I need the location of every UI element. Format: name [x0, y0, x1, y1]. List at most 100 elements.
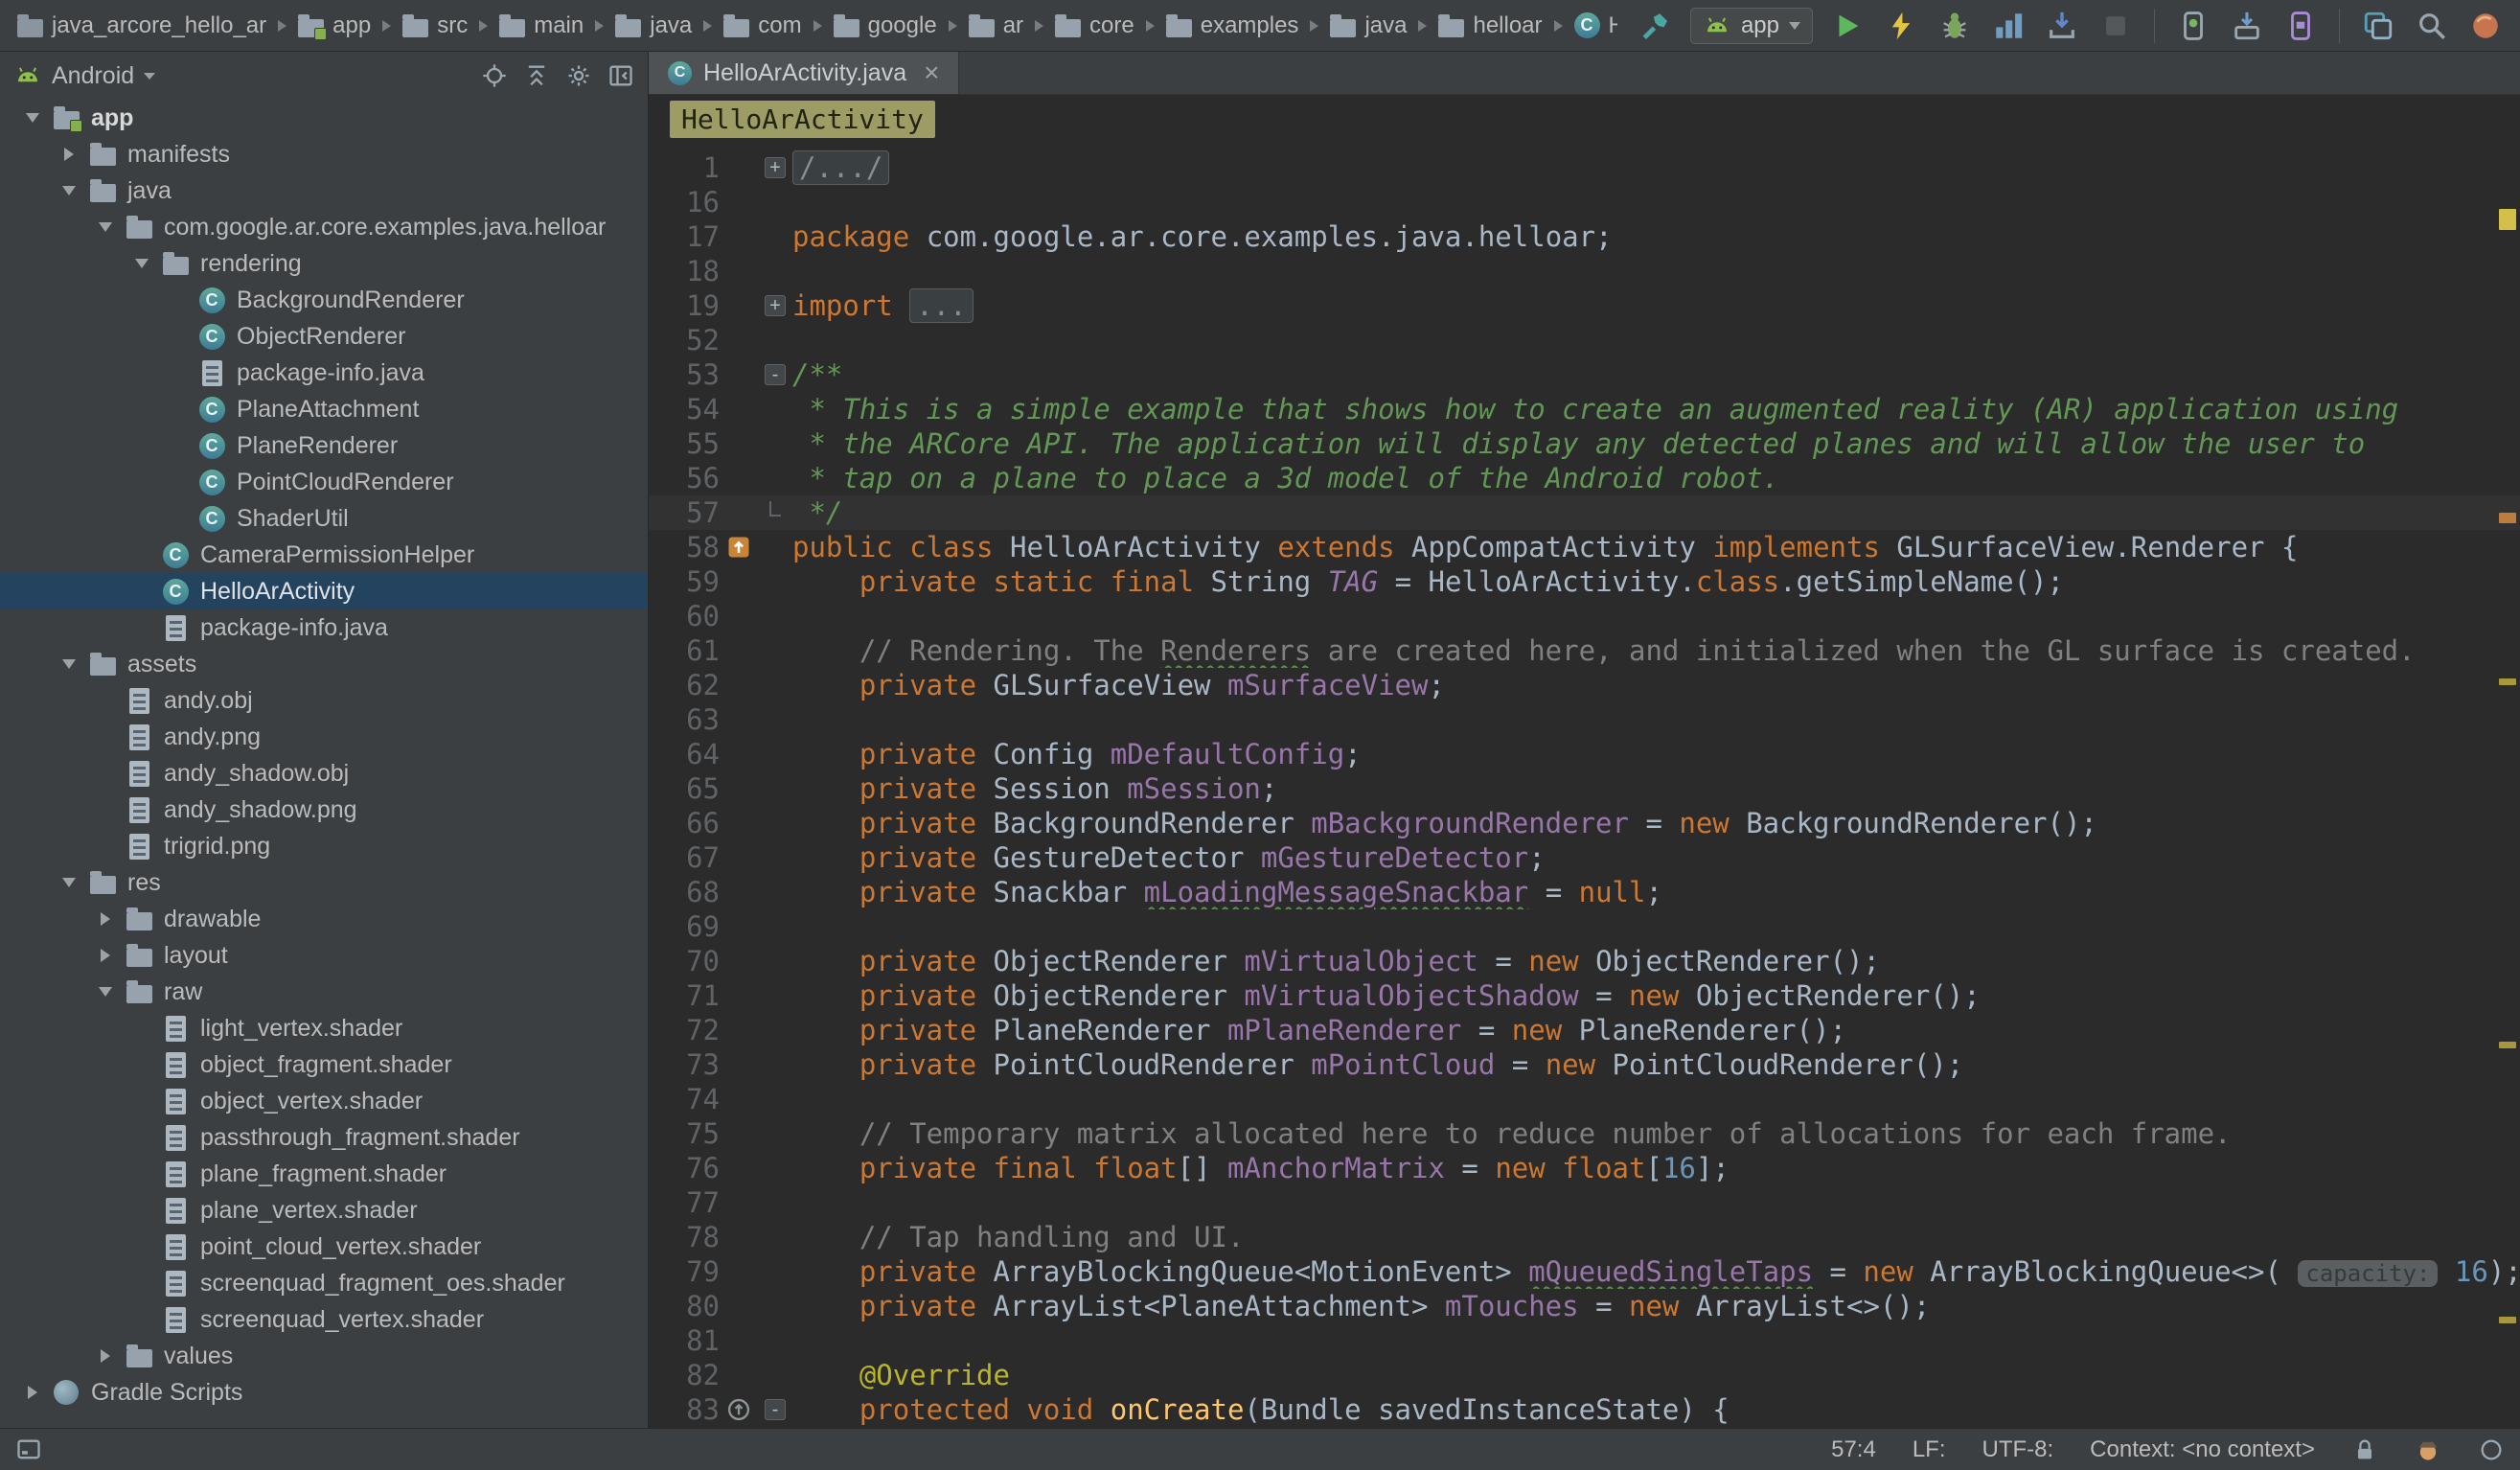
tree-item[interactable]: com.google.ar.core.examples.java.helloar	[0, 209, 648, 245]
layout-inspector-button[interactable]	[2359, 7, 2397, 45]
collapse-all-icon[interactable]	[523, 62, 550, 89]
line-number[interactable]: 63	[656, 702, 720, 737]
tree-item[interactable]: manifests	[0, 136, 648, 172]
warning-stripe-mark[interactable]	[2499, 209, 2516, 230]
apply-changes-button[interactable]	[1882, 7, 1920, 45]
tree-item[interactable]: plane_vertex.shader	[0, 1192, 648, 1229]
code-text[interactable]: private static final String TAG = HelloA…	[792, 564, 2520, 599]
settings-gear-icon[interactable]	[565, 62, 592, 89]
lock-icon[interactable]	[2351, 1436, 2378, 1463]
line-number[interactable]: 83	[656, 1392, 720, 1427]
code-text[interactable]: @Override	[792, 1358, 2520, 1392]
tree-item[interactable]: andy_shadow.obj	[0, 755, 648, 792]
breadcrumb-item[interactable]: app	[296, 11, 373, 41]
locate-icon[interactable]	[481, 62, 508, 89]
tree-item[interactable]: trigrid.png	[0, 828, 648, 864]
line-number[interactable]: 52	[656, 323, 720, 357]
breadcrumb-item[interactable]: google	[832, 11, 939, 41]
tree-item[interactable]: layout	[0, 937, 648, 974]
inspections-profile-icon[interactable]	[2415, 1436, 2441, 1463]
editor-tab[interactable]: C HelloArActivity.java ×	[649, 52, 959, 94]
attach-debugger-button[interactable]	[2043, 7, 2081, 45]
sdk-manager-button[interactable]	[2228, 7, 2266, 45]
search-everywhere-button[interactable]	[2413, 7, 2451, 45]
line-number[interactable]: 17	[656, 219, 720, 254]
line-number[interactable]: 1	[656, 150, 720, 185]
breadcrumb-item[interactable]: core	[1053, 11, 1136, 41]
breadcrumb-item[interactable]: main	[497, 11, 585, 41]
tree-item[interactable]: CPlaneAttachment	[0, 391, 648, 427]
line-number[interactable]: 75	[656, 1116, 720, 1151]
code-text[interactable]	[792, 1323, 2520, 1358]
line-number[interactable]: 54	[656, 392, 720, 426]
code-text[interactable]: private Snackbar mLoadingMessageSnackbar…	[792, 875, 2520, 909]
toolwindow-toggle-icon[interactable]	[15, 1436, 42, 1463]
breadcrumb-item[interactable]: ar	[967, 11, 1025, 41]
code-text[interactable]: private ArrayBlockingQueue<MotionEvent> …	[792, 1254, 2520, 1289]
line-number[interactable]: 19	[656, 288, 720, 323]
code-text[interactable]	[792, 185, 2520, 219]
implement-marker-icon[interactable]	[720, 530, 758, 564]
chevron-expanded-icon[interactable]	[126, 259, 158, 268]
line-number[interactable]: 16	[656, 185, 720, 219]
breadcrumb-item[interactable]: java	[1328, 11, 1409, 41]
line-number[interactable]: 55	[656, 426, 720, 461]
tree-item[interactable]: plane_fragment.shader	[0, 1156, 648, 1192]
code-text[interactable]: * tap on a plane to place a 3d model of …	[792, 461, 2520, 495]
tree-item[interactable]: object_vertex.shader	[0, 1083, 648, 1119]
chevron-expanded-icon[interactable]	[89, 987, 122, 997]
chevron-down-icon[interactable]	[144, 73, 155, 80]
build-hammer-button[interactable]	[1637, 7, 1675, 45]
code-text[interactable]: private PlaneRenderer mPlaneRenderer = n…	[792, 1013, 2520, 1047]
sync-status-button[interactable]	[2466, 7, 2505, 45]
code-text[interactable]: /.../	[792, 150, 2520, 185]
code-text[interactable]: private GestureDetector mGestureDetector…	[792, 840, 2520, 875]
chevron-collapsed-icon[interactable]	[53, 148, 85, 161]
code-text[interactable]: */	[792, 495, 2520, 530]
code-text[interactable]: private GLSurfaceView mSurfaceView;	[792, 668, 2520, 702]
tree-item[interactable]: point_cloud_vertex.shader	[0, 1229, 648, 1265]
tree-item[interactable]: assets	[0, 646, 648, 682]
chevron-collapsed-icon[interactable]	[89, 912, 122, 926]
line-number[interactable]: 64	[656, 737, 720, 771]
override-marker-icon[interactable]	[720, 1392, 758, 1427]
tree-item[interactable]: object_fragment.shader	[0, 1046, 648, 1083]
code-text[interactable]: private BackgroundRenderer mBackgroundRe…	[792, 806, 2520, 840]
code-text[interactable]	[792, 599, 2520, 633]
code-text[interactable]: * the ARCore API. The application will d…	[792, 426, 2520, 461]
line-number[interactable]: 73	[656, 1047, 720, 1082]
tree-item[interactable]: CBackgroundRenderer	[0, 282, 648, 318]
code-text[interactable]: private ObjectRenderer mVirtualObject = …	[792, 944, 2520, 978]
tree-item[interactable]: screenquad_vertex.shader	[0, 1301, 648, 1338]
tree-item[interactable]: andy_shadow.png	[0, 792, 648, 828]
chevron-collapsed-icon[interactable]	[89, 1349, 122, 1363]
chevron-expanded-icon[interactable]	[89, 222, 122, 232]
warning-stripe-mark[interactable]	[2499, 1317, 2516, 1323]
tree-item[interactable]: light_vertex.shader	[0, 1010, 648, 1046]
code-text[interactable]: protected void onCreate(Bundle savedInst…	[792, 1392, 2520, 1427]
hide-panel-icon[interactable]	[607, 62, 634, 89]
tree-item[interactable]: CShaderUtil	[0, 500, 648, 537]
code-editor[interactable]: 1+/.../1617package com.google.ar.core.ex…	[649, 143, 2520, 1428]
code-text[interactable]: import ...	[792, 288, 2520, 323]
breadcrumb-item[interactable]: src	[401, 11, 470, 41]
line-number[interactable]: 66	[656, 806, 720, 840]
code-text[interactable]	[792, 254, 2520, 288]
line-number[interactable]: 80	[656, 1289, 720, 1323]
chevron-expanded-icon[interactable]	[53, 659, 85, 669]
breadcrumb-item[interactable]: com	[722, 11, 803, 41]
tree-item[interactable]: CCameraPermissionHelper	[0, 537, 648, 573]
file-encoding[interactable]: UTF-8:	[1982, 1436, 2054, 1463]
code-text[interactable]	[792, 909, 2520, 944]
line-number[interactable]: 70	[656, 944, 720, 978]
breadcrumb-item[interactable]: java	[613, 11, 694, 41]
chevron-expanded-icon[interactable]	[16, 113, 49, 123]
warning-stripe-mark[interactable]	[2499, 1042, 2516, 1048]
line-number[interactable]: 57	[656, 495, 720, 530]
line-number[interactable]: 78	[656, 1220, 720, 1254]
line-separator[interactable]: LF:	[1913, 1436, 1946, 1463]
line-number[interactable]: 65	[656, 771, 720, 806]
tree-item[interactable]: Gradle Scripts	[0, 1374, 648, 1411]
line-number[interactable]: 69	[656, 909, 720, 944]
code-text[interactable]: // Temporary matrix allocated here to re…	[792, 1116, 2520, 1151]
